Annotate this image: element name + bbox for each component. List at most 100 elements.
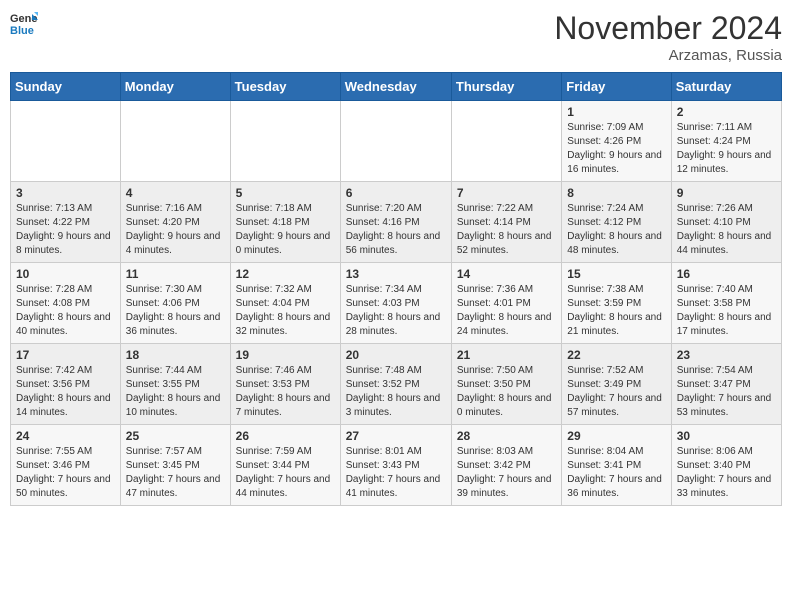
day-cell: 26 Sunrise: 7:59 AM Sunset: 3:44 PM Dayli… <box>230 425 340 506</box>
day-number: 26 <box>236 429 335 443</box>
day-number: 4 <box>126 186 225 200</box>
day-info: Sunrise: 8:03 AM Sunset: 3:42 PM Dayligh… <box>457 445 556 501</box>
day-cell: 7 Sunrise: 7:22 AM Sunset: 4:14 PM Daylig… <box>451 182 561 263</box>
day-number: 2 <box>677 105 776 119</box>
day-info: Sunrise: 7:22 AM Sunset: 4:14 PM Dayligh… <box>457 202 556 258</box>
day-header-tuesday: Tuesday <box>230 73 340 101</box>
day-info: Sunrise: 7:32 AM Sunset: 4:04 PM Dayligh… <box>236 283 335 339</box>
day-info: Sunrise: 8:04 AM Sunset: 3:41 PM Dayligh… <box>567 445 665 501</box>
day-number: 17 <box>16 348 115 362</box>
day-info: Sunrise: 7:26 AM Sunset: 4:10 PM Dayligh… <box>677 202 776 258</box>
day-cell: 15 Sunrise: 7:38 AM Sunset: 3:59 PM Dayli… <box>562 263 671 344</box>
day-cell: 23Sunrise: 7:54 AM Sunset: 3:47 PM Dayli… <box>671 344 781 425</box>
day-info: Sunrise: 7:50 AM Sunset: 3:50 PM Dayligh… <box>457 364 556 420</box>
day-cell: 22 Sunrise: 7:52 AM Sunset: 3:49 PM Dayli… <box>562 344 671 425</box>
week-row-1: 1 Sunrise: 7:09 AM Sunset: 4:26 PM Daylig… <box>11 101 782 182</box>
day-info: Sunrise: 7:38 AM Sunset: 3:59 PM Dayligh… <box>567 283 665 339</box>
day-number: 1 <box>567 105 665 119</box>
day-number: 13 <box>346 267 446 281</box>
day-number: 14 <box>457 267 556 281</box>
week-row-2: 3Sunrise: 7:13 AM Sunset: 4:22 PM Daylig… <box>11 182 782 263</box>
week-row-5: 24 Sunrise: 7:55 AM Sunset: 3:46 PM Dayli… <box>11 425 782 506</box>
day-info: Sunrise: 8:06 AM Sunset: 3:40 PM Dayligh… <box>677 445 776 501</box>
day-info: Sunrise: 7:11 AM Sunset: 4:24 PM Dayligh… <box>677 121 776 177</box>
day-info: Sunrise: 7:34 AM Sunset: 4:03 PM Dayligh… <box>346 283 446 339</box>
day-cell: 5Sunrise: 7:18 AM Sunset: 4:18 PM Daylig… <box>230 182 340 263</box>
day-cell: 30 Sunrise: 8:06 AM Sunset: 3:40 PM Dayli… <box>671 425 781 506</box>
day-number: 30 <box>677 429 776 443</box>
day-info: Sunrise: 7:52 AM Sunset: 3:49 PM Dayligh… <box>567 364 665 420</box>
day-number: 27 <box>346 429 446 443</box>
day-cell <box>451 101 561 182</box>
day-cell <box>340 101 451 182</box>
day-cell: 4 Sunrise: 7:16 AM Sunset: 4:20 PM Daylig… <box>120 182 230 263</box>
day-number: 7 <box>457 186 556 200</box>
day-cell <box>120 101 230 182</box>
day-number: 12 <box>236 267 335 281</box>
day-number: 3 <box>16 186 115 200</box>
day-number: 18 <box>126 348 225 362</box>
day-info: Sunrise: 7:57 AM Sunset: 3:45 PM Dayligh… <box>126 445 225 501</box>
page-header: General Blue November 2024 Arzamas, Russ… <box>10 10 782 64</box>
day-number: 10 <box>16 267 115 281</box>
day-number: 21 <box>457 348 556 362</box>
day-cell: 2 Sunrise: 7:11 AM Sunset: 4:24 PM Daylig… <box>671 101 781 182</box>
day-number: 22 <box>567 348 665 362</box>
logo: General Blue <box>10 10 38 38</box>
day-cell: 19Sunrise: 7:46 AM Sunset: 3:53 PM Dayli… <box>230 344 340 425</box>
day-cell: 21 Sunrise: 7:50 AM Sunset: 3:50 PM Dayli… <box>451 344 561 425</box>
location: Arzamas, Russia <box>554 47 782 64</box>
day-cell: 13 Sunrise: 7:34 AM Sunset: 4:03 PM Dayli… <box>340 263 451 344</box>
day-header-saturday: Saturday <box>671 73 781 101</box>
day-number: 28 <box>457 429 556 443</box>
day-info: Sunrise: 7:30 AM Sunset: 4:06 PM Dayligh… <box>126 283 225 339</box>
day-cell: 16Sunrise: 7:40 AM Sunset: 3:58 PM Dayli… <box>671 263 781 344</box>
day-info: Sunrise: 7:09 AM Sunset: 4:26 PM Dayligh… <box>567 121 665 177</box>
day-info: Sunrise: 7:48 AM Sunset: 3:52 PM Dayligh… <box>346 364 446 420</box>
day-info: Sunrise: 7:24 AM Sunset: 4:12 PM Dayligh… <box>567 202 665 258</box>
day-cell: 12 Sunrise: 7:32 AM Sunset: 4:04 PM Dayli… <box>230 263 340 344</box>
day-cell: 18 Sunrise: 7:44 AM Sunset: 3:55 PM Dayli… <box>120 344 230 425</box>
title-block: November 2024 Arzamas, Russia <box>554 10 782 64</box>
day-cell <box>11 101 121 182</box>
day-number: 20 <box>346 348 446 362</box>
day-number: 8 <box>567 186 665 200</box>
day-info: Sunrise: 8:01 AM Sunset: 3:43 PM Dayligh… <box>346 445 446 501</box>
day-info: Sunrise: 7:44 AM Sunset: 3:55 PM Dayligh… <box>126 364 225 420</box>
day-cell: 8 Sunrise: 7:24 AM Sunset: 4:12 PM Daylig… <box>562 182 671 263</box>
day-cell: 9 Sunrise: 7:26 AM Sunset: 4:10 PM Daylig… <box>671 182 781 263</box>
day-info: Sunrise: 7:55 AM Sunset: 3:46 PM Dayligh… <box>16 445 115 501</box>
week-row-4: 17 Sunrise: 7:42 AM Sunset: 3:56 PM Dayli… <box>11 344 782 425</box>
day-info: Sunrise: 7:42 AM Sunset: 3:56 PM Dayligh… <box>16 364 115 420</box>
day-number: 24 <box>16 429 115 443</box>
day-info: Sunrise: 7:20 AM Sunset: 4:16 PM Dayligh… <box>346 202 446 258</box>
logo-icon: General Blue <box>10 10 38 38</box>
week-row-3: 10Sunrise: 7:28 AM Sunset: 4:08 PM Dayli… <box>11 263 782 344</box>
day-number: 9 <box>677 186 776 200</box>
day-info: Sunrise: 7:46 AM Sunset: 3:53 PM Dayligh… <box>236 364 335 420</box>
day-number: 29 <box>567 429 665 443</box>
day-info: Sunrise: 7:59 AM Sunset: 3:44 PM Dayligh… <box>236 445 335 501</box>
day-cell <box>230 101 340 182</box>
day-header-friday: Friday <box>562 73 671 101</box>
day-number: 5 <box>236 186 335 200</box>
day-cell: 14Sunrise: 7:36 AM Sunset: 4:01 PM Dayli… <box>451 263 561 344</box>
day-cell: 10Sunrise: 7:28 AM Sunset: 4:08 PM Dayli… <box>11 263 121 344</box>
day-cell: 27 Sunrise: 8:01 AM Sunset: 3:43 PM Dayli… <box>340 425 451 506</box>
day-number: 23 <box>677 348 776 362</box>
day-cell: 1 Sunrise: 7:09 AM Sunset: 4:26 PM Daylig… <box>562 101 671 182</box>
day-info: Sunrise: 7:16 AM Sunset: 4:20 PM Dayligh… <box>126 202 225 258</box>
svg-text:Blue: Blue <box>10 25 34 37</box>
day-cell: 29 Sunrise: 8:04 AM Sunset: 3:41 PM Dayli… <box>562 425 671 506</box>
day-header-thursday: Thursday <box>451 73 561 101</box>
day-cell: 6Sunrise: 7:20 AM Sunset: 4:16 PM Daylig… <box>340 182 451 263</box>
day-cell: 28 Sunrise: 8:03 AM Sunset: 3:42 PM Dayli… <box>451 425 561 506</box>
calendar-header-row: SundayMondayTuesdayWednesdayThursdayFrid… <box>11 73 782 101</box>
day-number: 11 <box>126 267 225 281</box>
day-number: 15 <box>567 267 665 281</box>
day-cell: 17 Sunrise: 7:42 AM Sunset: 3:56 PM Dayli… <box>11 344 121 425</box>
day-cell: 24 Sunrise: 7:55 AM Sunset: 3:46 PM Dayli… <box>11 425 121 506</box>
day-header-sunday: Sunday <box>11 73 121 101</box>
day-cell: 11 Sunrise: 7:30 AM Sunset: 4:06 PM Dayli… <box>120 263 230 344</box>
day-header-monday: Monday <box>120 73 230 101</box>
